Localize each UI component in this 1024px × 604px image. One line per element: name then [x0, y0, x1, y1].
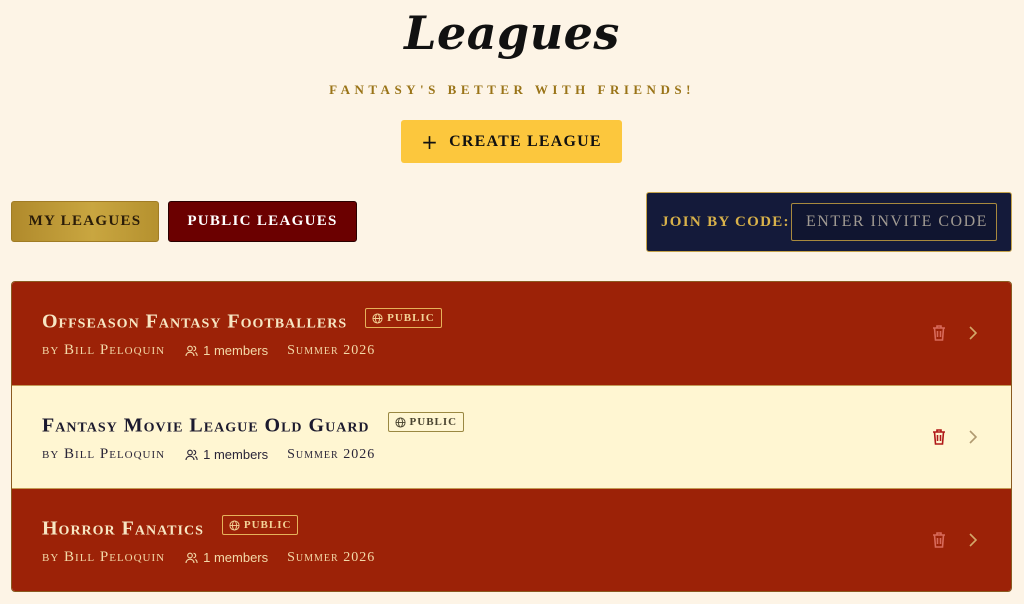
league-name-text: Offseason Fantasy Footballers: [42, 310, 348, 333]
create-league-label: Create League: [449, 132, 602, 150]
trash-icon[interactable]: [931, 531, 947, 549]
league-members: 1 members: [185, 343, 268, 358]
tab-my-leagues[interactable]: My Leagues: [11, 201, 159, 242]
chevron-right-icon[interactable]: [967, 429, 979, 445]
league-season: Summer 2026: [287, 342, 376, 358]
public-badge-label: Public: [387, 312, 435, 324]
league-members-count: 1 members: [203, 550, 269, 565]
league-season: Summer 2026: [287, 446, 376, 462]
public-badge: Public: [365, 308, 442, 328]
chevron-right-icon[interactable]: [967, 325, 979, 341]
league-owner: by Bill Peloquin: [42, 549, 166, 565]
league-name-text: Horror Fanatics: [42, 517, 204, 540]
tab-public-leagues-label: Public Leagues: [187, 213, 338, 229]
globe-icon: [372, 312, 383, 324]
leagues-page: Leagues Fantasy's better with friends! +…: [0, 0, 1024, 604]
league-name: Fantasy Movie League Old Guard Public: [42, 412, 465, 438]
trash-icon[interactable]: [931, 428, 947, 446]
league-meta: by Bill Peloquin 1 members Summer 2026: [42, 549, 375, 566]
tab-my-leagues-label: My Leagues: [28, 213, 142, 229]
league-meta: by Bill Peloquin 1 members Summer 2026: [42, 342, 375, 359]
league-name: Offseason Fantasy Footballers Public: [42, 308, 442, 334]
public-badge-label: Public: [243, 519, 292, 531]
league-list: Offseason Fantasy Footballers Public by …: [11, 281, 1012, 592]
league-name-text: Fantasy Movie League Old Guard: [42, 414, 370, 437]
tab-public-leagues[interactable]: Public Leagues: [168, 201, 357, 242]
league-members-count: 1 members: [203, 343, 269, 358]
trash-icon[interactable]: [931, 324, 947, 342]
page-subtitle: Fantasy's better with friends!: [329, 82, 695, 97]
league-meta: by Bill Peloquin 1 members Summer 2026: [42, 446, 375, 463]
league-row[interactable]: Horror Fanatics Public by Bill Peloquin …: [12, 488, 1011, 591]
league-season: Summer 2026: [287, 549, 376, 565]
league-row[interactable]: Offseason Fantasy Footballers Public by …: [12, 282, 1011, 385]
chevron-right-icon[interactable]: [967, 532, 979, 548]
join-by-code-panel: Join by code:: [646, 192, 1012, 252]
page-title: Leagues: [404, 6, 620, 60]
globe-icon: [395, 416, 406, 428]
league-row[interactable]: Fantasy Movie League Old Guard Public by…: [12, 385, 1011, 488]
plus-icon: +: [421, 129, 440, 154]
league-name: Horror Fanatics Public: [42, 515, 299, 541]
globe-icon: [229, 519, 240, 531]
users-icon: [185, 449, 198, 460]
league-members: 1 members: [185, 447, 268, 462]
public-badge: Public: [387, 412, 465, 432]
league-members: 1 members: [185, 550, 268, 565]
users-icon: [185, 552, 198, 563]
users-icon: [185, 345, 198, 356]
join-by-code-label: Join by code:: [661, 213, 790, 230]
league-owner: by Bill Peloquin: [42, 342, 166, 358]
league-owner: by Bill Peloquin: [42, 446, 166, 462]
league-members-count: 1 members: [203, 447, 269, 462]
invite-code-input[interactable]: [791, 203, 997, 241]
public-badge: Public: [221, 515, 299, 535]
create-league-button[interactable]: + Create League: [401, 120, 622, 163]
public-badge-label: Public: [409, 416, 458, 428]
